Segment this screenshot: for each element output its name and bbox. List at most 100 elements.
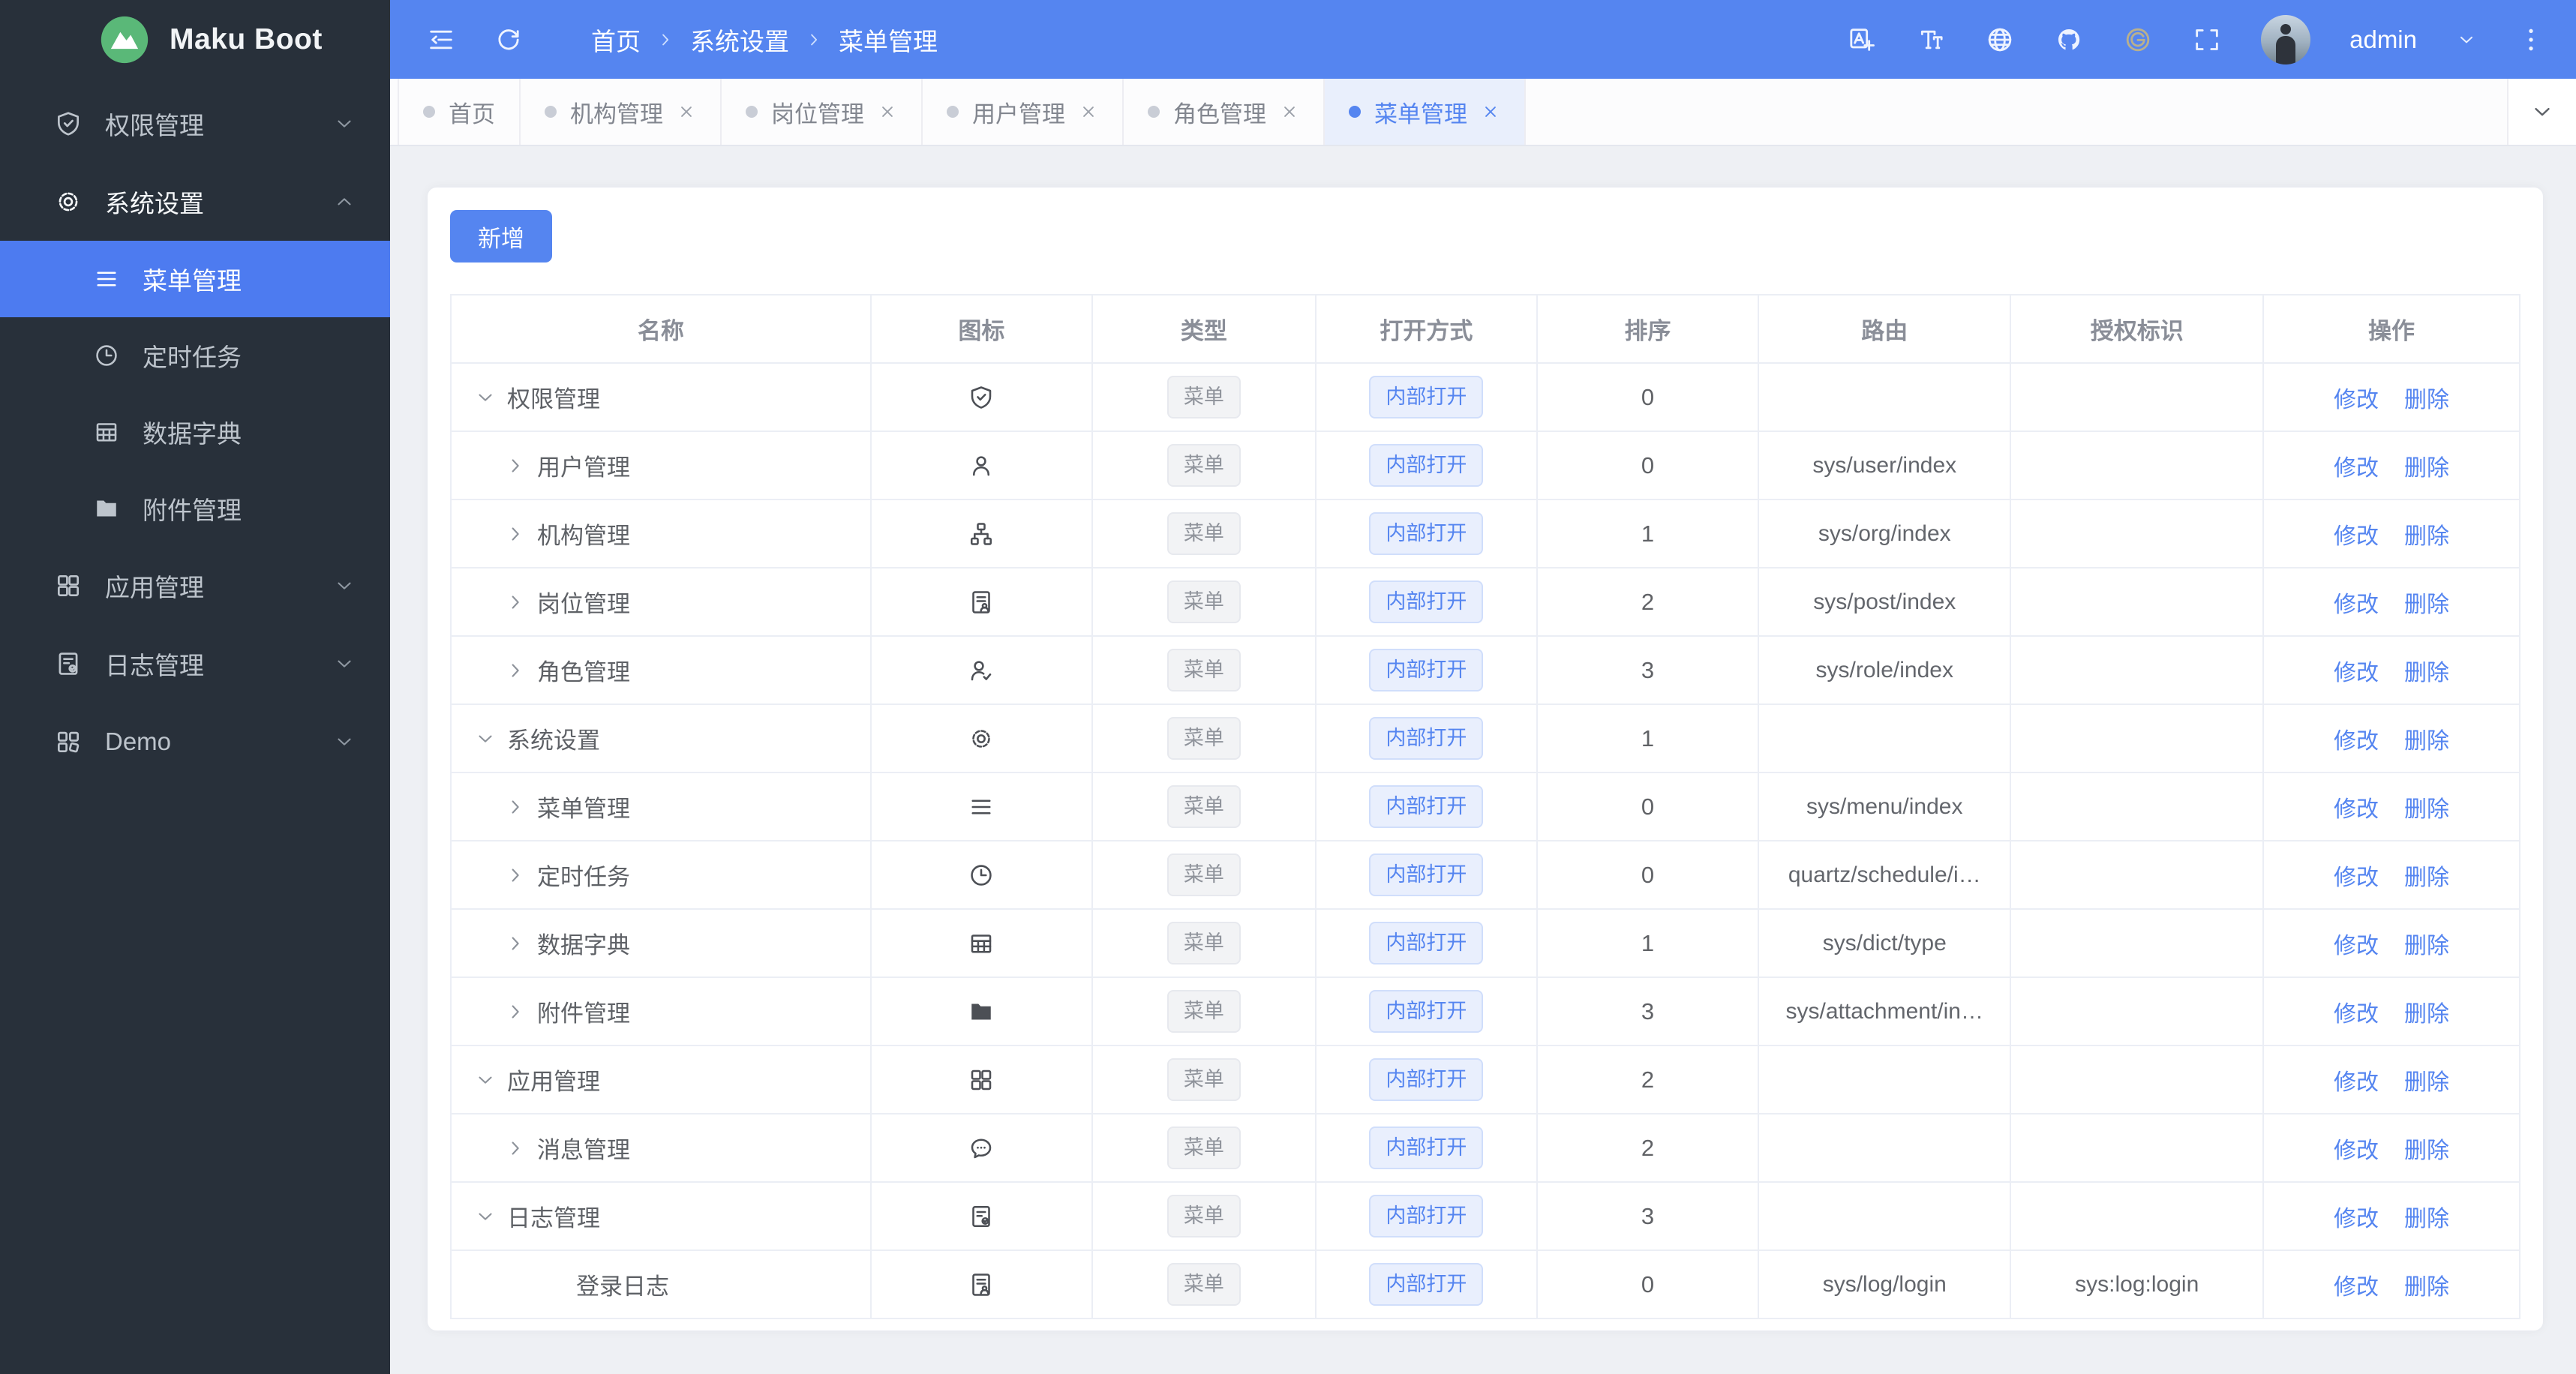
delete-link[interactable]: 删除	[2404, 859, 2449, 892]
chevron-right-icon[interactable]	[504, 796, 527, 818]
edit-link[interactable]: 修改	[2334, 381, 2379, 414]
sidebar-item-应用管理[interactable]: 应用管理	[0, 547, 390, 625]
name-cell: 角色管理	[450, 635, 872, 705]
breadcrumb-item[interactable]: 首页	[591, 22, 641, 58]
menu-name: 机构管理	[537, 523, 630, 549]
edit-link[interactable]: 修改	[2334, 722, 2379, 755]
chevron-right-icon[interactable]	[504, 591, 527, 614]
type-badge: 菜单	[1166, 785, 1241, 828]
delete-link[interactable]: 删除	[2404, 790, 2449, 824]
tab-首页[interactable]: 首页	[398, 79, 521, 145]
delete-link[interactable]: 删除	[2404, 1132, 2449, 1165]
edit-link[interactable]: 修改	[2334, 1268, 2379, 1301]
sidebar-item-Demo[interactable]: Demo	[0, 703, 390, 781]
menu-name: 用户管理	[537, 454, 630, 481]
delete-link[interactable]: 删除	[2404, 927, 2449, 960]
chevron-right-icon[interactable]	[504, 864, 527, 886]
tab-岗位管理[interactable]: 岗位管理	[722, 79, 923, 145]
table-row: 用户管理 菜单 内部打开 0 sys/user/index 修改 删除	[450, 430, 2521, 500]
breadcrumb-item[interactable]: 系统设置	[690, 22, 789, 58]
sidebar-subitem-附件管理[interactable]: 附件管理	[0, 470, 390, 547]
name-cell-content: 权限管理	[452, 364, 870, 430]
edit-link[interactable]: 修改	[2334, 1132, 2379, 1165]
table-row: 定时任务 菜单 内部打开 0 quartz/schedule/i… 修改 删除	[450, 840, 2521, 910]
delete-link[interactable]: 删除	[2404, 1200, 2449, 1233]
edit-link[interactable]: 修改	[2334, 790, 2379, 824]
delete-link[interactable]: 删除	[2404, 722, 2449, 755]
doc-user-icon	[968, 1271, 995, 1298]
sort-value: 2	[1641, 1134, 1655, 1161]
actions-cell: 修改 删除	[2262, 635, 2521, 705]
delete-link[interactable]: 删除	[2404, 995, 2449, 1028]
open-mode-badge: 内部打开	[1369, 785, 1484, 828]
font-size-icon[interactable]	[1916, 25, 1946, 55]
translate-icon[interactable]	[1847, 25, 1877, 55]
edit-link[interactable]: 修改	[2334, 995, 2379, 1028]
sidebar-item-系统设置[interactable]: 系统设置	[0, 163, 390, 241]
close-icon[interactable]	[1079, 102, 1098, 122]
chevron-right-icon[interactable]	[504, 1000, 527, 1023]
add-button[interactable]: 新增	[450, 210, 552, 262]
sidebar-subitem-菜单管理[interactable]: 菜单管理	[0, 241, 390, 317]
close-icon[interactable]	[1280, 102, 1299, 122]
breadcrumb-item[interactable]: 菜单管理	[839, 22, 938, 58]
chevron-right-icon[interactable]	[504, 659, 527, 682]
edit-link[interactable]: 修改	[2334, 449, 2379, 482]
delete-link[interactable]: 删除	[2404, 1064, 2449, 1096]
icon-cell	[869, 430, 1093, 500]
tab-用户管理[interactable]: 用户管理	[923, 79, 1124, 145]
refresh-icon[interactable]	[494, 25, 524, 55]
actions: 修改 删除	[2264, 518, 2519, 550]
edit-link[interactable]: 修改	[2334, 1064, 2379, 1096]
chevron-right-icon[interactable]	[504, 932, 527, 955]
delete-link[interactable]: 删除	[2404, 518, 2449, 550]
open-mode-cell: 内部打开	[1314, 772, 1538, 842]
tab-label: 角色管理	[1173, 100, 1266, 128]
close-icon[interactable]	[878, 102, 897, 122]
delete-link[interactable]: 删除	[2404, 586, 2449, 619]
chevron-right-icon[interactable]	[504, 454, 527, 477]
edit-link[interactable]: 修改	[2334, 654, 2379, 687]
sidebar-item-日志管理[interactable]: 日志管理	[0, 625, 390, 703]
delete-link[interactable]: 删除	[2404, 654, 2449, 687]
fullscreen-icon[interactable]	[2192, 25, 2222, 55]
chevron-down-icon[interactable]	[2456, 29, 2477, 50]
chevron-down-icon[interactable]	[474, 386, 497, 409]
delete-link[interactable]: 删除	[2404, 1268, 2449, 1301]
menu-fold-icon[interactable]	[426, 25, 456, 55]
edit-link[interactable]: 修改	[2334, 859, 2379, 892]
close-icon[interactable]	[677, 102, 696, 122]
tab-机构管理[interactable]: 机构管理	[521, 79, 722, 145]
edit-link[interactable]: 修改	[2334, 518, 2379, 550]
chevron-right-icon[interactable]	[504, 1137, 527, 1160]
tab-dot	[1349, 106, 1361, 118]
sidebar-item-权限管理[interactable]: 权限管理	[0, 85, 390, 163]
tab-菜单管理[interactable]: 菜单管理	[1325, 79, 1526, 145]
table-row: 应用管理 菜单 内部打开 2 修改 删除	[450, 1045, 2521, 1114]
avatar[interactable]	[2261, 14, 2311, 64]
kebab-menu-icon[interactable]	[2516, 25, 2546, 55]
gitee-icon[interactable]	[2123, 25, 2153, 55]
edit-link[interactable]: 修改	[2334, 586, 2379, 619]
github-icon[interactable]	[2054, 25, 2084, 55]
chevron-down-icon[interactable]	[474, 1069, 497, 1091]
username[interactable]: admin	[2349, 26, 2417, 54]
app-logo[interactable]: Maku Boot	[0, 0, 390, 79]
sidebar-subitem-数据字典[interactable]: 数据字典	[0, 394, 390, 470]
sidebar-subitem-定时任务[interactable]: 定时任务	[0, 317, 390, 394]
chevron-down-icon[interactable]	[474, 1205, 497, 1228]
delete-link[interactable]: 删除	[2404, 381, 2449, 414]
close-icon[interactable]	[1481, 102, 1500, 122]
chevron-down-icon[interactable]	[474, 728, 497, 750]
tab-list-dropdown[interactable]	[2507, 79, 2576, 145]
column-header: 排序	[1536, 294, 1760, 364]
delete-link[interactable]: 删除	[2404, 449, 2449, 482]
globe-icon[interactable]	[1985, 25, 2015, 55]
tab-dot	[947, 106, 959, 118]
tab-角色管理[interactable]: 角色管理	[1124, 79, 1325, 145]
edit-link[interactable]: 修改	[2334, 1200, 2379, 1233]
actions: 修改 删除	[2264, 1200, 2519, 1233]
name-cell: 系统设置	[450, 704, 872, 773]
edit-link[interactable]: 修改	[2334, 927, 2379, 960]
chevron-right-icon[interactable]	[504, 523, 527, 545]
